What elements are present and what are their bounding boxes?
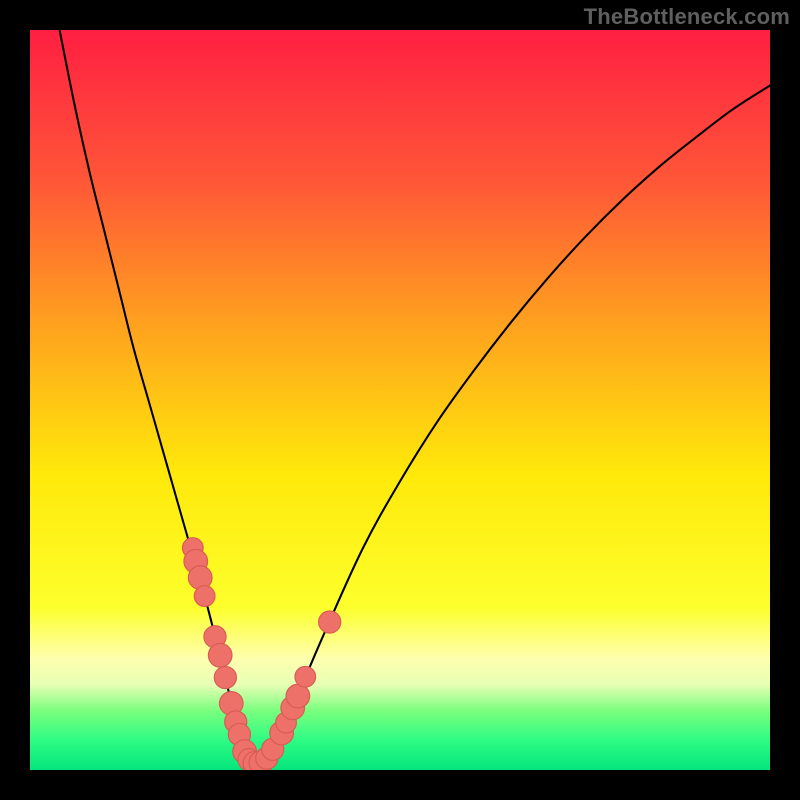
chart-frame: TheBottleneck.com (0, 0, 800, 800)
data-point (295, 666, 316, 687)
data-point (319, 611, 341, 633)
data-point (208, 643, 232, 667)
plot-area (30, 30, 770, 770)
data-point-markers (30, 30, 770, 770)
data-point (194, 586, 215, 607)
watermark-text: TheBottleneck.com (584, 4, 790, 30)
data-point (214, 666, 236, 688)
data-point (286, 684, 310, 708)
